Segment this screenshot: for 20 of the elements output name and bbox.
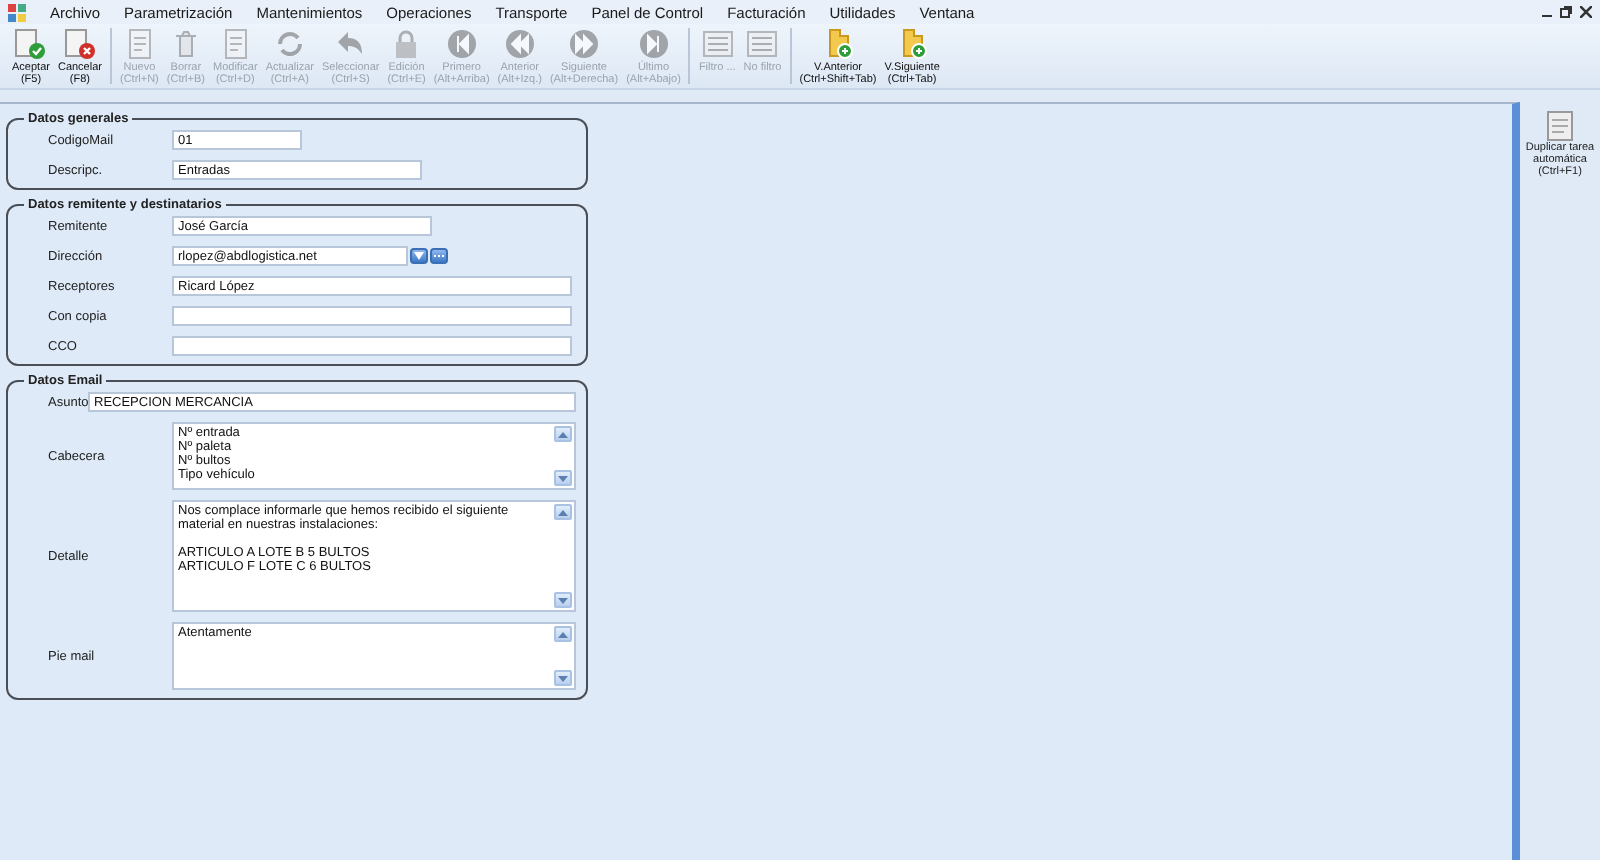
dropdown-button[interactable]	[410, 248, 428, 264]
caret-down-icon	[414, 252, 424, 260]
fast-forward-icon	[568, 28, 601, 60]
text-field[interactable]	[172, 336, 572, 356]
skip-back-icon	[445, 28, 478, 60]
restore-icon[interactable]	[1560, 6, 1572, 18]
document-icon	[219, 28, 252, 60]
document-check-icon	[14, 28, 47, 60]
filter-icon	[701, 28, 734, 60]
close-icon[interactable]	[1580, 6, 1592, 18]
document-cross-icon	[63, 28, 96, 60]
rewind-icon	[503, 28, 536, 60]
more-button[interactable]	[430, 248, 448, 264]
document-icon	[1546, 110, 1574, 142]
list-icon	[746, 28, 779, 60]
refresh-icon	[273, 28, 306, 60]
skip-forward-icon	[637, 28, 670, 60]
text-field[interactable]	[172, 306, 572, 326]
document-icon	[123, 28, 156, 60]
app-icon	[8, 3, 26, 21]
